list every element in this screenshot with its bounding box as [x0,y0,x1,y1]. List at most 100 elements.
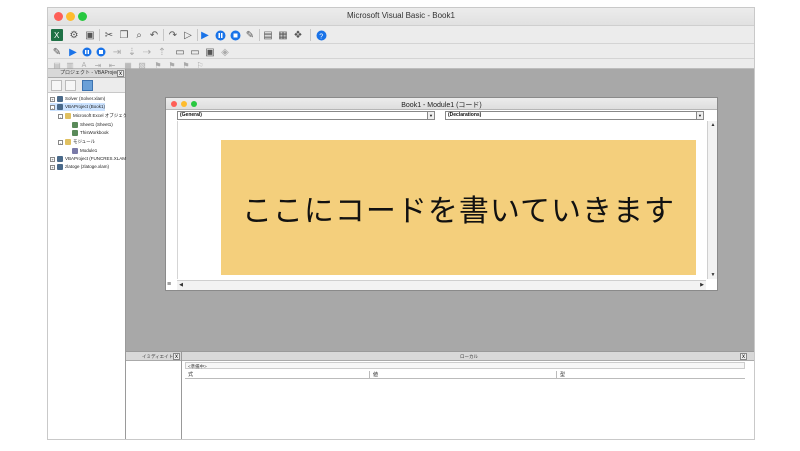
column-header-value[interactable]: 値 [370,371,557,379]
tree-item-label: zlatoge (zlatoge.xlam) [65,164,110,169]
tree-item[interactable]: ThisWorkbook [72,129,109,137]
chevron-down-icon[interactable]: ▼ [696,112,703,119]
run-icon-2[interactable]: ▶ [67,46,79,58]
break-icon-2[interactable] [81,46,93,58]
window-title: Microsoft Visual Basic - Book1 [347,11,455,20]
scroll-up-icon[interactable]: ▲ [709,121,717,129]
project-explorer-close-button[interactable]: x [117,70,124,77]
step-out-icon[interactable]: ⇡ [156,46,168,58]
tree-item[interactable]: - モジュール [58,138,95,146]
locals-close-button[interactable]: x [740,353,747,360]
column-header-expression[interactable]: 式 [185,371,370,379]
step-into-icon[interactable]: ⇣ [126,46,138,58]
break-icon[interactable] [214,29,226,41]
help-icon[interactable]: ? [315,29,327,41]
tree-item-label: Microsoft Excel オブジェクト [73,113,132,118]
locals-window-icon[interactable]: ▭ [174,46,186,58]
tree-item[interactable]: + zlatoge (zlatoge.xlam) [50,163,109,171]
procedure-view-icon[interactable]: ≡ [167,281,175,289]
folder-icon [65,113,71,119]
find-icon[interactable]: ⌕ [133,29,145,41]
object-combo-value: (General) [180,112,202,118]
toggle-folders-button[interactable] [82,80,93,91]
immediate-close-button[interactable]: x [173,353,180,360]
tree-item-label: Solver (Solver.xlam) [65,96,106,101]
column-header-type[interactable]: 型 [557,371,745,379]
horizontal-scrollbar[interactable]: ◀ ▶ [177,280,706,290]
vba-project-icon [57,104,63,110]
tree-item[interactable]: - VBAProject (Book1) [50,103,106,111]
project-explorer-icon[interactable]: ▤ [262,29,274,41]
reset-icon-2[interactable] [95,46,107,58]
project-explorer-title: プロジェクト - VBAProject [48,69,125,78]
vba-project-icon [57,156,63,162]
expander-icon[interactable]: - [50,104,55,110]
expander-icon[interactable]: - [58,139,63,145]
run-icon[interactable]: ▶ [199,29,211,41]
code-window-title-bar: Book1 - Module1 (コード) [166,98,717,110]
code-window: Book1 - Module1 (コード) (General) ▼ (Decla… [165,97,718,291]
tree-item[interactable]: - Microsoft Excel オブジェクト [58,112,132,120]
locals-context: <準備中> [185,362,745,369]
svg-text:?: ? [319,33,323,40]
object-combo[interactable]: (General) ▼ [177,111,435,120]
workbook-icon [72,130,78,136]
locals-window: ローカル x <準備中> 式 値 型 [182,351,754,439]
procedure-combo-value: (Declarations) [448,112,482,118]
edit-toolbar: ▤ ▥ A ⇥ ⇤ ▦ ▧ ⚑ ⚑ ⚑ ⚐ [48,59,754,70]
tree-item-label: Module1 [80,148,98,153]
toggle-breakpoint-icon[interactable]: ⇥ [111,46,123,58]
reset-icon[interactable] [229,29,241,41]
chevron-down-icon[interactable]: ▼ [427,112,434,119]
tree-item[interactable]: Sheet1 (Sheet1) [72,121,113,129]
immediate-window-icon[interactable]: ▭ [189,46,201,58]
watch-window-icon[interactable]: ▣ [204,46,216,58]
code-window-title: Book1 - Module1 (コード) [401,102,482,109]
tree-item[interactable]: + Solver (Solver.xlam) [50,95,105,103]
tree-item-label: VBAProject (FUNCRES.XLAM) [65,156,128,161]
object-browser-icon[interactable]: ❖ [292,29,304,41]
tree-item[interactable]: + VBAProject (FUNCRES.XLAM) [50,155,128,163]
vertical-scrollbar[interactable]: ▲ ▼ [707,121,717,279]
step-over-icon[interactable]: ⇢ [141,46,153,58]
expander-icon[interactable]: + [50,164,55,170]
cut-icon[interactable]: ✂ [103,29,115,41]
insert-userform-icon[interactable]: ⚙ [68,29,80,41]
redo-icon[interactable]: ↷ [167,29,179,41]
quick-watch-icon[interactable]: ◈ [219,46,231,58]
project-explorer: プロジェクト - VBAProject x + Solver (Solver.x… [48,69,132,439]
copy-icon[interactable]: ❐ [118,29,130,41]
debug-toolbar: ✎ ▶ ⇥ ⇣ ⇢ ⇡ ▭ ▭ ▣ ◈ [48,44,754,59]
tree-item-label: ThisWorkbook [80,130,109,135]
standard-toolbar: X ⚙ ▣ ✂ ❐ ⌕ ↶ ↷ ▷ ▶ ✎ ▤ ▦ ❖ ? [48,26,754,44]
scroll-right-icon[interactable]: ▶ [698,281,706,289]
design-mode-icon[interactable]: ✎ [244,29,256,41]
properties-icon[interactable]: ▦ [277,29,289,41]
design-mode-icon-2[interactable]: ✎ [51,46,63,58]
undo-icon[interactable]: ↶ [148,29,160,41]
procedure-combo[interactable]: (Declarations) ▼ [445,111,704,120]
vbe-window: Microsoft Visual Basic - Book1 X ⚙ ▣ ✂ ❐… [47,7,755,440]
placeholder-banner: ここにコードを書いていきます [221,140,696,275]
excel-icon[interactable]: X [51,29,63,41]
title-bar: Microsoft Visual Basic - Book1 [48,8,754,26]
project-explorer-toolbar [48,78,125,93]
immediate-window: イミディエイト x [126,351,182,439]
expander-icon[interactable]: - [58,113,63,119]
svg-text:X: X [54,31,60,40]
scroll-left-icon[interactable]: ◀ [177,281,185,289]
expander-icon[interactable]: + [50,96,55,102]
sheet-icon [72,122,78,128]
tree-item-label: VBAProject (Book1) [65,104,106,109]
code-editor[interactable]: ここにコードを書いていきます [177,121,706,279]
expander-icon[interactable]: + [50,156,55,162]
view-object-button[interactable] [65,80,76,91]
folder-icon [65,139,71,145]
tree-item-label: Sheet1 (Sheet1) [80,122,113,127]
scroll-down-icon[interactable]: ▼ [709,271,717,279]
step-icon[interactable]: ▷ [182,29,194,41]
save-icon[interactable]: ▣ [84,29,96,41]
view-code-button[interactable] [51,80,62,91]
tree-item[interactable]: Module1 [72,147,97,155]
vba-project-icon [57,164,63,170]
